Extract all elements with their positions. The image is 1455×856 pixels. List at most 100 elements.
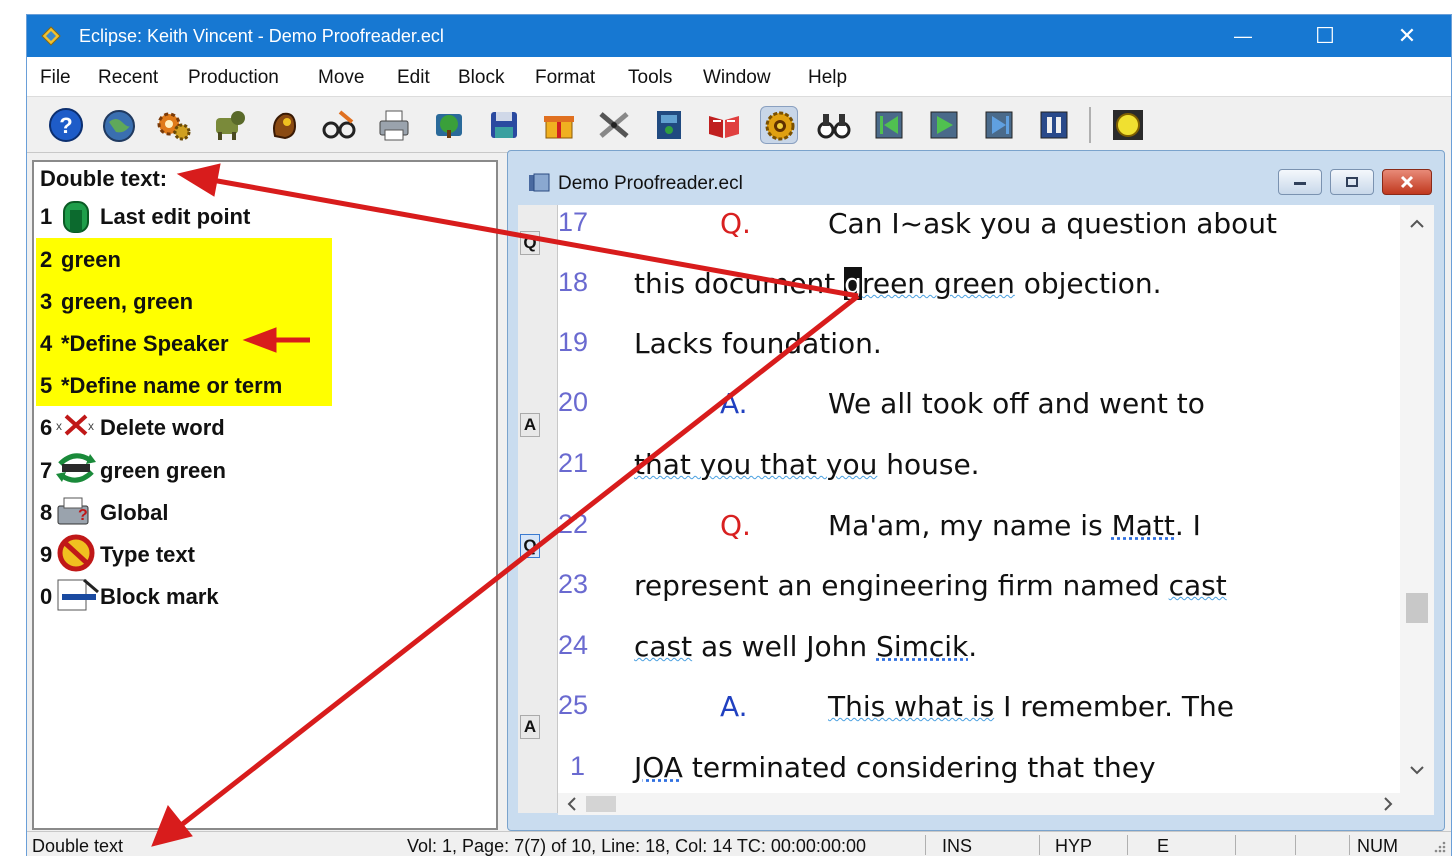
item-3-label[interactable]: green, green — [61, 289, 193, 315]
help-icon[interactable]: ? — [47, 106, 85, 144]
tree-icon[interactable] — [430, 106, 468, 144]
menu-recent[interactable]: Recent — [98, 67, 158, 89]
door-icon — [63, 201, 89, 233]
book-icon[interactable] — [650, 106, 688, 144]
menu-production[interactable]: Production — [188, 67, 279, 89]
disk-icon[interactable] — [485, 106, 523, 144]
status-hyp: HYP — [1055, 836, 1093, 856]
play-icon[interactable] — [925, 106, 963, 144]
status-e: E — [1157, 836, 1170, 856]
sun-icon[interactable] — [760, 106, 798, 144]
status-separator — [1235, 835, 1236, 855]
transcript-text-area[interactable]: 17 Q. Can I~ask you a question about 18 … — [558, 205, 1400, 793]
line-text: Ma'am, my name is Matt. I — [828, 509, 1201, 542]
item-6-number: 6 — [40, 415, 53, 440]
restore-icon — [1346, 177, 1358, 187]
svg-text:?: ? — [59, 113, 72, 138]
item-6-label[interactable]: Delete word — [100, 415, 225, 441]
item-2-number: 2 — [40, 247, 53, 272]
line-text: JOA terminated considering that they — [634, 751, 1156, 784]
rewind-icon[interactable] — [870, 106, 908, 144]
status-separator — [1295, 835, 1296, 855]
scroll-up-icon[interactable] — [1406, 213, 1428, 235]
close-icon: ✕ — [1397, 23, 1417, 48]
resize-grip-icon[interactable] — [1431, 838, 1447, 854]
answer-label: A. — [720, 690, 748, 723]
minimize-icon: — — [1234, 25, 1252, 46]
pause-icon[interactable] — [1035, 106, 1073, 144]
item-4-label[interactable]: *Define Speaker — [61, 331, 229, 357]
horizontal-scrollbar[interactable] — [558, 793, 1434, 815]
menu-tools[interactable]: Tools — [628, 67, 672, 89]
globe-icon[interactable] — [100, 106, 138, 144]
menu-format[interactable]: Format — [535, 67, 595, 89]
line-number: 19 — [558, 327, 589, 357]
maximize-button[interactable]: ☐ — [1293, 15, 1357, 57]
menu-file[interactable]: File — [40, 67, 71, 89]
item-9-label[interactable]: Type text — [100, 542, 195, 568]
line-text: this document green green objection. — [634, 267, 1162, 300]
line-number: 18 — [558, 267, 589, 297]
question-label: Q. — [720, 207, 751, 240]
scroll-left-icon[interactable] — [562, 794, 582, 814]
item-9-number: 9 — [40, 542, 53, 567]
dog-icon[interactable] — [210, 106, 248, 144]
menu-window[interactable]: Window — [703, 67, 771, 89]
svg-text:x: x — [88, 419, 94, 433]
item-1-label[interactable]: Last edit point — [100, 204, 250, 230]
screenshot-stage: Eclipse: Keith Vincent - Demo Proofreade… — [0, 0, 1455, 856]
document-window: Demo Proofreader.ecl Q A Q A 17 Q. Can I… — [507, 150, 1445, 831]
delete-icon: x x — [56, 414, 94, 436]
status-mode: Double text — [32, 836, 124, 856]
scroll-thumb[interactable] — [1406, 593, 1428, 623]
text-cursor: g — [844, 267, 862, 300]
line-text: represent an engineering firm named cast — [634, 569, 1227, 602]
scroll-down-icon[interactable] — [1406, 759, 1428, 781]
status-separator — [1039, 835, 1040, 855]
close-icon — [1400, 175, 1414, 189]
gift-icon[interactable] — [540, 106, 578, 144]
circle-icon[interactable] — [1109, 106, 1147, 144]
item-2-label[interactable]: green — [61, 247, 121, 273]
open-book-icon[interactable] — [705, 106, 743, 144]
eclipse-app-icon — [41, 26, 61, 46]
status-separator — [1349, 835, 1350, 855]
minimize-icon — [1294, 182, 1306, 185]
scroll-right-icon[interactable] — [1378, 794, 1398, 814]
q-marker: Q — [520, 534, 540, 558]
document-icon — [529, 173, 550, 192]
menu-edit[interactable]: Edit — [397, 67, 430, 89]
q-marker: Q — [520, 231, 540, 255]
speaker-gutter: Q A Q A — [518, 205, 558, 813]
glasses-icon[interactable] — [320, 106, 358, 144]
doc-close-button[interactable] — [1382, 169, 1432, 195]
panel-title: Double text: — [40, 166, 168, 191]
item-8-label[interactable]: Global — [100, 500, 168, 526]
printer-icon[interactable] — [375, 106, 413, 144]
line-number: 22 — [558, 509, 589, 539]
item-3-number: 3 — [40, 289, 53, 314]
hscroll-thumb[interactable] — [586, 796, 616, 812]
minimize-button[interactable]: — — [1211, 15, 1275, 57]
menu-help[interactable]: Help — [808, 67, 847, 89]
doc-restore-button[interactable] — [1330, 169, 1374, 195]
vertical-scrollbar[interactable] — [1400, 205, 1434, 793]
doc-minimize-button[interactable] — [1278, 169, 1322, 195]
binoculars-icon[interactable] — [815, 106, 853, 144]
hand-icon[interactable] — [265, 106, 303, 144]
menu-block[interactable]: Block — [458, 67, 504, 89]
no-type-icon — [57, 534, 95, 572]
step-play-icon[interactable] — [980, 106, 1018, 144]
cutter-icon[interactable] — [595, 106, 633, 144]
item-5-label[interactable]: *Define name or term — [61, 373, 282, 399]
gears-icon[interactable] — [155, 106, 193, 144]
item-0-label[interactable]: Block mark — [100, 584, 219, 610]
double-text-panel: Double text: 1 Last edit point 2 green 3… — [32, 160, 498, 830]
item-0-number: 0 — [40, 584, 53, 609]
menu-move[interactable]: Move — [318, 67, 364, 89]
a-marker: A — [520, 413, 540, 437]
line-number: 20 — [558, 387, 589, 417]
item-7-label[interactable]: green green — [100, 458, 226, 484]
document-title: Demo Proofreader.ecl — [558, 173, 743, 194]
close-button[interactable]: ✕ — [1375, 15, 1439, 57]
